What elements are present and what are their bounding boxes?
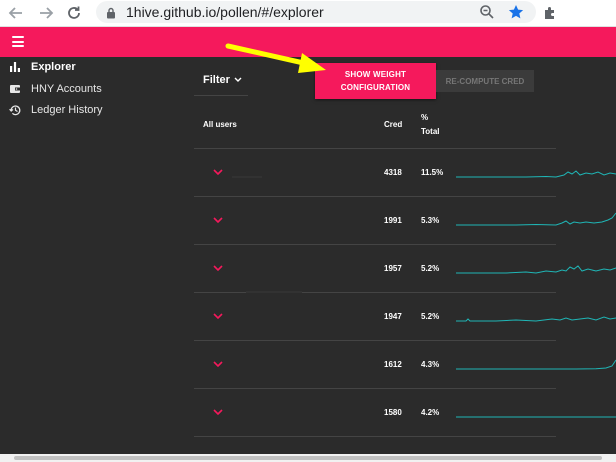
pct-value: 11.5%: [421, 168, 444, 177]
pct-header-line2: Total: [421, 127, 440, 136]
pct-value: 5.3%: [421, 216, 440, 225]
row-divider: [194, 148, 556, 149]
expand-chevron-icon[interactable]: [212, 216, 224, 224]
recompute-cred-button[interactable]: RE-COMPUTE CRED: [436, 70, 534, 92]
column-header-cred[interactable]: Cred: [384, 120, 402, 129]
expand-chevron-icon[interactable]: [212, 168, 224, 176]
expand-chevron-icon[interactable]: [212, 312, 224, 320]
wallet-icon: [8, 82, 22, 96]
lock-icon[interactable]: [106, 6, 116, 24]
sidebar-item-label: HNY Accounts: [31, 83, 102, 95]
user-name-placeholder: [246, 291, 302, 293]
sidebar-item-hny-accounts[interactable]: HNY Accounts: [8, 80, 102, 98]
cred-value: 1612: [384, 360, 402, 369]
column-header-pct[interactable]: % Total: [421, 113, 440, 136]
cred-sparkline: [456, 416, 616, 418]
show-weight-configuration-button[interactable]: SHOW WEIGHT CONFIGURATION: [315, 63, 436, 99]
chevron-down-icon: [234, 77, 242, 83]
browser-toolbar: 1hive.github.io/pollen/#/explorer: [0, 0, 616, 27]
address-bar[interactable]: 1hive.github.io/pollen/#/explorer: [96, 1, 536, 23]
history-icon: [8, 103, 22, 117]
pct-value: 5.2%: [421, 312, 440, 321]
horizontal-scrollbar[interactable]: [0, 454, 616, 462]
reload-icon[interactable]: [64, 3, 84, 23]
pct-value: 4.2%: [421, 408, 440, 417]
cred-sparkline: [456, 212, 616, 226]
expand-chevron-icon[interactable]: [212, 360, 224, 368]
star-icon[interactable]: [508, 4, 524, 25]
menu-icon[interactable]: [12, 36, 24, 47]
user-name-placeholder: [232, 176, 262, 178]
annotation-arrow-icon: [225, 43, 326, 73]
sidebar-item-explorer[interactable]: Explorer: [8, 58, 76, 76]
column-header-users[interactable]: All users: [203, 120, 237, 129]
sidebar: Explorer HNY Accounts Ledger History: [0, 57, 150, 462]
scrollbar-thumb[interactable]: [14, 456, 602, 460]
url-text[interactable]: 1hive.github.io/pollen/#/explorer: [126, 4, 324, 20]
cred-sparkline: [456, 265, 616, 274]
zoom-icon[interactable]: [479, 4, 495, 25]
back-arrow-icon[interactable]: [6, 3, 26, 23]
sidebar-item-label: Ledger History: [31, 104, 103, 116]
cred-value: 1580: [384, 408, 402, 417]
cred-sparkline: [456, 316, 616, 322]
extension-icon[interactable]: [540, 3, 560, 23]
cred-sparkline: [456, 170, 616, 178]
pct-value: 4.3%: [421, 360, 440, 369]
filter-divider: [194, 95, 248, 96]
sidebar-item-ledger-history[interactable]: Ledger History: [8, 101, 103, 119]
pct-header-line1: %: [421, 113, 429, 122]
row-divider: [194, 244, 556, 245]
sidebar-item-label: Explorer: [31, 61, 76, 73]
row-divider: [194, 196, 556, 197]
cred-value: 4318: [384, 168, 402, 177]
cred-value: 1991: [384, 216, 402, 225]
row-divider: [194, 436, 556, 437]
weights-label-line1: SHOW WEIGHT: [344, 70, 407, 79]
cred-sparkline: [456, 359, 616, 370]
cred-value: 1957: [384, 264, 402, 273]
cred-value: 1947: [384, 312, 402, 321]
bar-chart-icon: [8, 60, 22, 74]
row-divider: [194, 388, 556, 389]
row-divider: [194, 340, 556, 341]
forward-arrow-icon[interactable]: [36, 3, 56, 23]
expand-chevron-icon[interactable]: [212, 408, 224, 416]
pct-value: 5.2%: [421, 264, 440, 273]
weights-label-line2: CONFIGURATION: [340, 83, 411, 92]
expand-chevron-icon[interactable]: [212, 264, 224, 272]
